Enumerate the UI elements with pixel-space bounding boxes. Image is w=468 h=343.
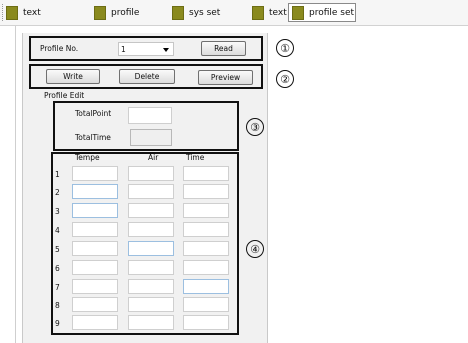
tab-sys-set-label: sys set (189, 7, 221, 18)
row-number: 3 (55, 207, 60, 216)
air-input[interactable] (128, 260, 174, 275)
text-set-icon (252, 5, 264, 20)
tempe-input[interactable] (72, 184, 118, 199)
preview-button[interactable]: Preview (198, 70, 253, 85)
time-input[interactable] (183, 203, 229, 218)
tab-text-label: text (23, 7, 41, 18)
air-input[interactable] (128, 297, 174, 312)
time-input[interactable] (183, 184, 229, 199)
total-point-field[interactable] (128, 107, 172, 124)
delete-button[interactable]: Delete (119, 69, 175, 84)
column-header-air: Air (148, 153, 159, 162)
profile-no-label: Profile No. (40, 44, 79, 53)
profile-no-value: 1 (121, 45, 126, 54)
callout-4: ④ (246, 240, 264, 258)
column-header-time: Time (186, 153, 205, 162)
row-number: 2 (55, 188, 60, 197)
column-header-tempe: Tempe (75, 153, 100, 162)
row-number: 8 (55, 301, 60, 310)
row-number: 9 (55, 319, 60, 328)
tab-profile[interactable]: profile (94, 3, 139, 22)
write-button[interactable]: Write (46, 69, 100, 84)
callout-2: ② (276, 70, 294, 88)
row-number: 7 (55, 283, 60, 292)
total-time-field (130, 129, 172, 146)
tempe-input[interactable] (72, 203, 118, 218)
tab-profile-set-label: profile set (309, 7, 355, 18)
air-input[interactable] (128, 184, 174, 199)
air-input[interactable] (128, 203, 174, 218)
time-input[interactable] (183, 166, 229, 181)
row-number: 4 (55, 226, 60, 235)
profile-edit-title: Profile Edit (44, 91, 85, 100)
sys-set-icon (172, 5, 184, 20)
time-input[interactable] (183, 222, 229, 237)
tempe-input[interactable] (72, 279, 118, 294)
air-input[interactable] (128, 222, 174, 237)
time-input[interactable] (183, 279, 229, 294)
time-input[interactable] (183, 241, 229, 256)
row-number: 5 (55, 245, 60, 254)
tab-profile-label: profile (111, 7, 140, 18)
profile-icon (94, 5, 106, 20)
air-input[interactable] (128, 241, 174, 256)
tempe-input[interactable] (72, 315, 118, 330)
tab-text[interactable]: text (6, 3, 41, 22)
tempe-input[interactable] (72, 241, 118, 256)
tempe-input[interactable] (72, 297, 118, 312)
read-button[interactable]: Read (201, 41, 246, 56)
time-input[interactable] (183, 315, 229, 330)
total-time-label: TotalTime (75, 133, 111, 142)
row-number: 1 (55, 170, 60, 179)
tab-sys-set[interactable]: sys set (172, 3, 220, 22)
time-input[interactable] (183, 260, 229, 275)
air-input[interactable] (128, 315, 174, 330)
profile-set-icon (292, 5, 304, 20)
tab-profile-set[interactable]: profile set (288, 3, 356, 22)
text-icon (6, 5, 18, 20)
left-divider (15, 26, 16, 343)
tempe-input[interactable] (72, 166, 118, 181)
toolbar: text profile sys set text set profile se… (0, 0, 468, 26)
callout-3: ③ (246, 118, 264, 136)
time-input[interactable] (183, 297, 229, 312)
toolbar-grip[interactable] (2, 4, 5, 21)
tempe-input[interactable] (72, 222, 118, 237)
chevron-down-icon (163, 48, 169, 52)
row-number: 6 (55, 264, 60, 273)
profile-no-select[interactable]: 1 (118, 42, 174, 56)
air-input[interactable] (128, 279, 174, 294)
tempe-input[interactable] (72, 260, 118, 275)
total-point-label: TotalPoint (75, 109, 112, 118)
air-input[interactable] (128, 166, 174, 181)
callout-1: ① (276, 39, 294, 57)
